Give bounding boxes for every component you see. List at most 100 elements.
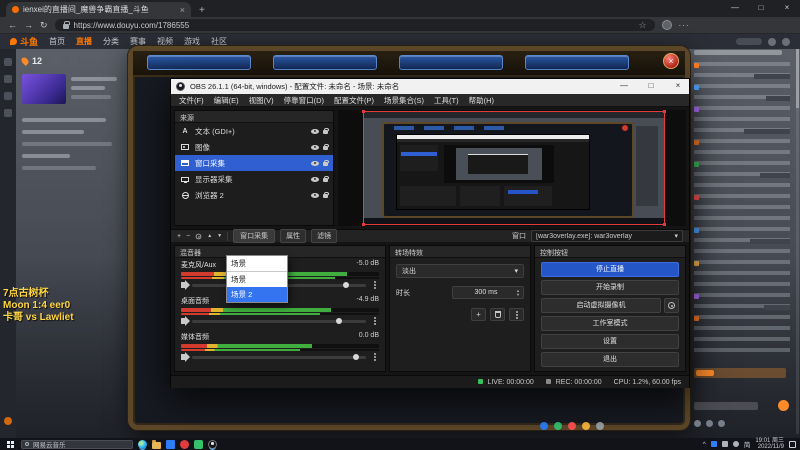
menu-profile[interactable]: 配置文件(P) [334, 95, 374, 106]
move-source-down-button[interactable]: ▼ [217, 233, 222, 239]
taskbar-music-icon[interactable] [180, 439, 189, 449]
tray-volume-icon[interactable] [721, 441, 728, 447]
add-source-button[interactable]: + [177, 233, 181, 240]
stop-stream-button[interactable]: 停止直播 [541, 262, 679, 277]
gift-icon[interactable] [706, 420, 713, 427]
browser-tab[interactable]: ienxei的直播间_魔兽争霸直播_斗鱼 × [6, 2, 191, 17]
browser-menu-icon[interactable]: ··· [679, 21, 690, 30]
douyu-logo[interactable]: 斗鱼 [10, 35, 38, 48]
channel-menu-icon[interactable] [374, 320, 376, 322]
channel-menu-icon[interactable] [374, 356, 376, 358]
quick-icon-yellow[interactable] [582, 422, 590, 430]
taskbar-chat-icon[interactable] [194, 439, 203, 449]
share-icon[interactable] [52, 57, 61, 65]
remove-transition-button[interactable] [490, 308, 505, 321]
menu-view[interactable]: 视图(V) [249, 95, 274, 106]
source-lock-icon[interactable] [323, 143, 329, 150]
header-search-pill[interactable] [736, 38, 762, 45]
ime-indicator[interactable]: 简 [744, 439, 751, 449]
volume-slider[interactable] [192, 317, 366, 324]
transition-select[interactable]: 淡出 ▾ [396, 264, 524, 278]
source-item-image[interactable]: 图像 [175, 139, 333, 155]
source-lock-icon[interactable] [323, 191, 329, 198]
chat-panel[interactable] [694, 50, 795, 430]
menu-tools[interactable]: 工具(T) [434, 95, 459, 106]
page-scrollbar-thumb[interactable] [796, 48, 799, 108]
taskbar-search[interactable]: 网易云音乐 [21, 439, 133, 449]
obs-close-button[interactable]: × [667, 79, 689, 94]
rail-home-icon[interactable] [4, 58, 12, 66]
source-lock-icon[interactable] [323, 127, 329, 134]
volume-slider[interactable] [192, 353, 366, 360]
virtual-camera-settings-button[interactable] [664, 298, 679, 313]
source-settings-icon[interactable] [195, 233, 202, 239]
stream-card[interactable] [22, 74, 126, 108]
profile-avatar[interactable] [661, 20, 672, 30]
action-center-icon[interactable] [789, 440, 796, 448]
spin-down-icon[interactable]: ▼ [516, 292, 520, 297]
source-lock-icon[interactable] [323, 175, 329, 182]
channel-menu-icon[interactable] [374, 284, 376, 286]
menu-docks[interactable]: 停靠窗口(D) [284, 95, 324, 106]
rail-follow-icon[interactable] [4, 75, 12, 83]
source-item-text[interactable]: A 文本 (GDI+) [175, 123, 333, 139]
add-transition-button[interactable]: + [471, 308, 486, 321]
banner-slot[interactable] [147, 55, 251, 70]
visibility-icon[interactable] [311, 128, 319, 134]
banner-slot[interactable] [399, 55, 503, 70]
visibility-icon[interactable] [311, 176, 319, 182]
nav-item-live[interactable]: 直播 [76, 36, 92, 47]
dropdown-option-scene-2[interactable]: 场景 2 [227, 287, 287, 302]
bookmark-star-icon[interactable]: ☆ [638, 20, 646, 31]
tray-network-icon[interactable] [732, 441, 739, 447]
filters-button[interactable]: 滤镜 [311, 229, 338, 243]
source-item-display-capture[interactable]: 显示器采集 [175, 171, 333, 187]
nav-item-category[interactable]: 分类 [103, 36, 119, 47]
rail-history-icon[interactable] [4, 92, 12, 100]
chat-panel-tabs[interactable] [694, 50, 782, 55]
address-bar[interactable]: https://www.douyu.com/1786555 ☆ [54, 19, 655, 31]
emoji-icon[interactable] [694, 420, 701, 427]
chat-input[interactable] [694, 402, 758, 410]
obs-title-bar[interactable]: OBS 26.1.1 (64-bit, windows) - 配置文件: 未命名… [171, 79, 689, 94]
start-recording-button[interactable]: 开始录制 [541, 280, 679, 295]
menu-scene-collection[interactable]: 场景集合(S) [384, 95, 424, 106]
virtual-camera-button[interactable]: 启动虚拟摄像机 [541, 298, 661, 313]
taskbar-explorer-icon[interactable] [152, 439, 161, 449]
menu-file[interactable]: 文件(F) [179, 95, 204, 106]
duration-input[interactable]: 300 ms ▲ ▼ [452, 286, 524, 299]
settings-icon[interactable] [718, 420, 725, 427]
taskbar-edge-icon[interactable] [138, 439, 147, 449]
quick-icon-red[interactable] [568, 422, 576, 430]
start-button[interactable] [7, 440, 10, 444]
dropdown-option-scene[interactable]: 场景 [227, 272, 287, 287]
rail-download-icon[interactable] [4, 109, 12, 117]
tray-expand-icon[interactable]: ^ [703, 441, 706, 448]
volume-icon[interactable] [181, 352, 190, 362]
scene-select-dropdown[interactable]: 场景 场景 场景 2 [226, 255, 288, 303]
banner-slot[interactable] [273, 55, 377, 70]
visibility-icon[interactable] [311, 192, 319, 198]
volume-icon[interactable] [181, 316, 190, 326]
visibility-icon[interactable] [311, 144, 319, 150]
preview-canvas[interactable] [338, 110, 686, 226]
quick-icon-blue[interactable] [540, 422, 548, 430]
send-button[interactable] [778, 400, 789, 411]
taskbar-clock[interactable]: 19:01 周三 2022/11/9 [755, 438, 784, 450]
move-source-up-button[interactable]: ▲ [207, 233, 212, 239]
refresh-icon[interactable]: ↻ [40, 20, 48, 31]
browser-close-button[interactable]: × [774, 0, 800, 17]
remove-source-button[interactable]: − [186, 233, 190, 240]
dropdown-value[interactable]: 场景 [227, 256, 287, 272]
banner-slot[interactable] [525, 55, 629, 70]
visibility-icon[interactable] [311, 160, 319, 166]
new-tab-button[interactable]: + [199, 5, 205, 16]
more-icon[interactable] [70, 57, 79, 65]
source-item-window-capture[interactable]: 窗口采集 [175, 155, 333, 171]
obs-minimize-button[interactable]: — [613, 79, 635, 94]
source-item-browser[interactable]: 浏览器 2 [175, 187, 333, 203]
settings-button[interactable]: 设置 [541, 334, 679, 349]
rail-activity-icon[interactable] [4, 417, 12, 425]
obs-maximize-button[interactable]: □ [640, 79, 662, 94]
chat-message-list[interactable] [694, 62, 790, 358]
